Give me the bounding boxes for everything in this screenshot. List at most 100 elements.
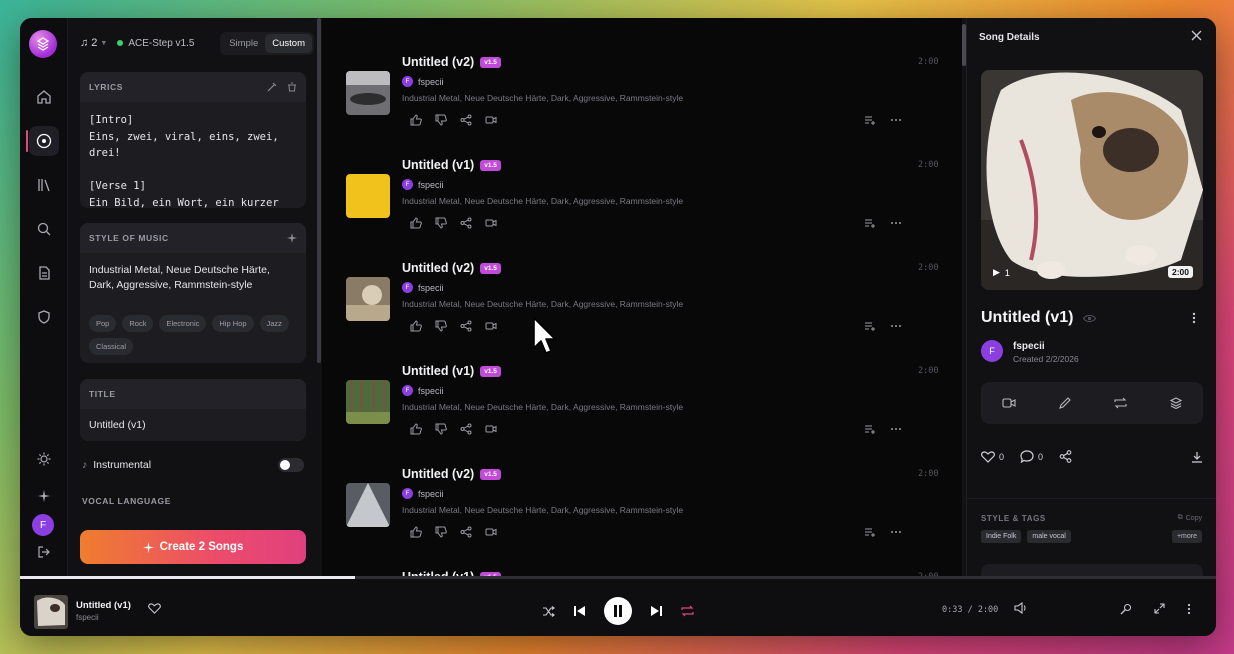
add-to-queue-icon[interactable]: [864, 114, 876, 126]
song-title[interactable]: Untitled (v1): [402, 158, 474, 172]
song-thumbnail[interactable]: [346, 71, 390, 115]
song-row[interactable]: Untitled (v2) v1.5 2:00 Ffspecii Industrial …: [322, 251, 964, 354]
song-row[interactable]: Untitled (v2) v1.5 2:00 Ffspecii Industrial …: [322, 457, 964, 560]
copy-tags-button[interactable]: ⧉ Copy: [1178, 514, 1202, 522]
thumbs-up-icon[interactable]: [410, 423, 422, 435]
style-textarea[interactable]: Industrial Metal, Neue Deutsche Härte, D…: [80, 253, 306, 297]
thumbs-up-icon[interactable]: [410, 217, 422, 229]
video-icon[interactable]: [485, 114, 497, 126]
song-thumbnail[interactable]: [346, 174, 390, 218]
video-icon[interactable]: [485, 320, 497, 332]
style-chip[interactable]: Classical: [89, 338, 134, 355]
share-icon[interactable]: [1059, 450, 1072, 463]
heart-icon[interactable]: [148, 603, 161, 614]
like-button[interactable]: 0: [981, 450, 1004, 463]
share-icon[interactable]: [460, 114, 472, 126]
thumbs-down-icon[interactable]: [435, 526, 447, 538]
style-chip[interactable]: Hip Hop: [212, 315, 254, 332]
layers-icon[interactable]: [1169, 397, 1182, 409]
more-vertical-icon[interactable]: [1192, 312, 1196, 324]
user-avatar[interactable]: F: [32, 514, 54, 536]
video-icon[interactable]: [485, 526, 497, 538]
more-horizontal-icon[interactable]: [890, 114, 902, 126]
volume-icon[interactable]: [1014, 602, 1028, 614]
more-horizontal-icon[interactable]: [890, 217, 902, 229]
mode-custom-button[interactable]: Custom: [265, 33, 312, 53]
mode-simple-button[interactable]: Simple: [222, 34, 265, 53]
share-icon[interactable]: [460, 320, 472, 332]
create-nav-icon[interactable]: [20, 126, 68, 156]
song-row[interactable]: Untitled (v1) v1.5 2:00 Ffspecii Industrial …: [322, 354, 964, 457]
now-playing-title[interactable]: Untitled (v1): [76, 600, 131, 611]
add-to-queue-icon[interactable]: [864, 320, 876, 332]
song-title[interactable]: Untitled (v1): [402, 364, 474, 378]
title-input[interactable]: Untitled (v1): [80, 409, 306, 441]
magic-wand-icon[interactable]: [267, 82, 277, 92]
microphone-icon[interactable]: [1120, 603, 1132, 615]
lyrics-textarea[interactable]: [Intro] Eins, zwei, viral, eins, zwei, d…: [80, 102, 306, 208]
video-icon[interactable]: [1002, 398, 1016, 408]
style-tag[interactable]: Indie Folk: [981, 530, 1022, 543]
previous-icon[interactable]: [573, 605, 586, 617]
download-icon[interactable]: [1191, 451, 1203, 463]
song-thumbnail[interactable]: [346, 277, 390, 321]
artist-avatar[interactable]: F: [981, 340, 1003, 362]
sparkle-icon[interactable]: [287, 233, 297, 243]
song-artist[interactable]: fspecii: [418, 283, 444, 293]
thumbs-down-icon[interactable]: [435, 217, 447, 229]
create-songs-button[interactable]: Create 2 Songs: [80, 530, 306, 564]
song-row[interactable]: Untitled (v2) v1.5 2:00 Ffspecii Industrial …: [322, 45, 964, 148]
song-artist[interactable]: fspecii: [418, 180, 444, 190]
pause-button[interactable]: [604, 597, 632, 625]
song-thumbnail[interactable]: [346, 380, 390, 424]
song-title[interactable]: Untitled (v2): [402, 261, 474, 275]
shield-nav-icon[interactable]: [20, 302, 68, 332]
add-to-queue-icon[interactable]: [864, 217, 876, 229]
style-chip[interactable]: Electronic: [159, 315, 207, 332]
more-tags-button[interactable]: +more: [1171, 530, 1202, 543]
more-horizontal-icon[interactable]: [890, 423, 902, 435]
shuffle-icon[interactable]: [542, 605, 555, 617]
style-chip[interactable]: Jazz: [259, 315, 289, 332]
model-select[interactable]: ACE-Step v1.5: [117, 38, 194, 49]
more-horizontal-icon[interactable]: [890, 320, 902, 332]
song-artist[interactable]: fspecii: [418, 77, 444, 87]
add-to-queue-icon[interactable]: [864, 423, 876, 435]
song-row[interactable]: Untitled (v1) v1.5 2:00 Ffspecii Industrial …: [322, 148, 964, 251]
song-title[interactable]: Untitled (v2): [402, 55, 474, 69]
repeat-icon[interactable]: [681, 605, 694, 617]
style-chip[interactable]: Pop: [89, 315, 117, 332]
share-icon[interactable]: [460, 423, 472, 435]
sparkle-icon[interactable]: [20, 481, 68, 511]
add-to-queue-icon[interactable]: [864, 526, 876, 538]
video-icon[interactable]: [485, 217, 497, 229]
more-vertical-icon[interactable]: [1187, 603, 1191, 615]
thumbs-down-icon[interactable]: [435, 320, 447, 332]
app-logo-icon[interactable]: [29, 30, 57, 58]
cover-art[interactable]: ▶ 1 2:00: [981, 70, 1203, 290]
next-icon[interactable]: [650, 605, 663, 617]
library-nav-icon[interactable]: [20, 170, 68, 200]
style-chip[interactable]: Rock: [122, 315, 154, 332]
trash-icon[interactable]: [287, 82, 297, 92]
song-title[interactable]: Untitled (v2): [402, 467, 474, 481]
share-icon[interactable]: [460, 526, 472, 538]
edit-pencil-icon[interactable]: [1059, 397, 1071, 409]
song-artist[interactable]: fspecii: [418, 489, 444, 499]
comment-button[interactable]: 0: [1020, 450, 1043, 463]
song-artist[interactable]: fspecii: [418, 386, 444, 396]
eye-icon[interactable]: [1083, 314, 1097, 323]
logout-icon[interactable]: [20, 537, 68, 567]
song-thumbnail[interactable]: [346, 483, 390, 527]
close-icon[interactable]: [1191, 30, 1202, 41]
instrumental-toggle[interactable]: [278, 458, 304, 472]
more-horizontal-icon[interactable]: [890, 526, 902, 538]
now-playing-thumbnail[interactable]: [34, 595, 68, 629]
share-icon[interactable]: [460, 217, 472, 229]
thumbs-up-icon[interactable]: [410, 320, 422, 332]
song-count-select[interactable]: ♫ 2 ▼: [80, 37, 107, 49]
now-playing-artist[interactable]: fspecii: [76, 613, 99, 622]
thumbs-down-icon[interactable]: [435, 423, 447, 435]
remix-icon[interactable]: [1114, 397, 1127, 409]
document-nav-icon[interactable]: [20, 258, 68, 288]
